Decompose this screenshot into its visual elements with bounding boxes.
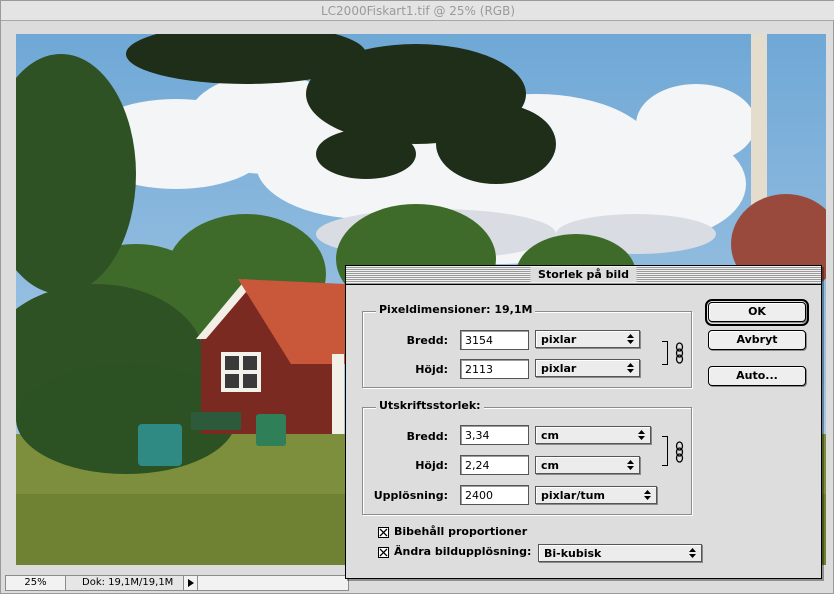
print-width-label: Bredd: xyxy=(406,430,448,443)
status-menu-button[interactable] xyxy=(184,576,198,590)
print-link-bracket xyxy=(662,436,668,466)
constrain-proportions-checkbox[interactable] xyxy=(378,527,389,538)
auto-button[interactable]: Auto... xyxy=(708,366,806,386)
pixel-width-label: Bredd: xyxy=(406,334,448,347)
resolution-label: Upplösning: xyxy=(373,489,448,502)
popup-arrows-icon xyxy=(644,490,651,500)
triangle-right-icon xyxy=(188,579,194,587)
window-titlebar[interactable]: LC2000Fiskart1.tif @ 25% (RGB) xyxy=(1,1,834,21)
pixel-height-label: Höjd: xyxy=(415,363,448,376)
resolution-input[interactable]: 2400 xyxy=(460,485,529,505)
constrain-proportions-label[interactable]: Bibehåll proportioner xyxy=(394,525,527,538)
pixel-width-input[interactable]: 3154 xyxy=(460,330,529,350)
pixel-link-bracket xyxy=(662,341,668,365)
print-width-input[interactable]: 3,34 xyxy=(460,425,529,445)
document-info: Dok: 19,1M/19,1M xyxy=(66,576,184,590)
checkmark-icon xyxy=(379,548,388,557)
image-size-dialog: Storlek på bild Pixeldimensioner: 19,1M … xyxy=(345,265,822,579)
ok-button[interactable]: OK xyxy=(708,302,806,322)
resample-method-value: Bi-kubisk xyxy=(544,547,602,560)
resample-method-select[interactable]: Bi-kubisk xyxy=(538,544,702,562)
print-size-label: Utskriftsstorlek: xyxy=(376,399,484,412)
chain-link-icon xyxy=(675,342,684,364)
pixel-height-unit-value: pixlar xyxy=(541,362,577,375)
popup-arrows-icon xyxy=(627,460,634,470)
zoom-level[interactable]: 25% xyxy=(6,576,66,590)
resolution-unit-value: pixlar/tum xyxy=(541,489,605,502)
chain-link-icon xyxy=(675,441,684,463)
print-height-unit-value: cm xyxy=(541,459,559,472)
dialog-title: Storlek på bild xyxy=(530,267,637,282)
popup-arrows-icon xyxy=(689,548,696,558)
popup-arrows-icon xyxy=(627,363,634,373)
window-title: LC2000Fiskart1.tif @ 25% (RGB) xyxy=(320,4,515,18)
popup-arrows-icon xyxy=(638,430,645,440)
pixel-dimensions-label: Pixeldimensioner: 19,1M xyxy=(376,303,536,316)
print-height-input[interactable]: 2,24 xyxy=(460,455,529,475)
pixel-width-unit-select[interactable]: pixlar xyxy=(535,330,640,348)
print-height-label: Höjd: xyxy=(415,459,448,472)
dialog-titlebar[interactable]: Storlek på bild xyxy=(346,266,821,285)
status-bar: 25% Dok: 19,1M/19,1M xyxy=(5,575,349,591)
resolution-unit-select[interactable]: pixlar/tum xyxy=(535,486,657,504)
print-width-unit-select[interactable]: cm xyxy=(535,426,651,444)
print-width-unit-value: cm xyxy=(541,429,559,442)
pixel-width-unit-value: pixlar xyxy=(541,333,577,346)
pixel-height-unit-select[interactable]: pixlar xyxy=(535,359,640,377)
resample-label[interactable]: Ändra bildupplösning: xyxy=(394,545,531,558)
pixel-height-input[interactable]: 2113 xyxy=(460,359,529,379)
checkmark-icon xyxy=(379,528,388,537)
resample-checkbox[interactable] xyxy=(378,547,389,558)
popup-arrows-icon xyxy=(627,334,634,344)
print-height-unit-select[interactable]: cm xyxy=(535,456,640,474)
cancel-button[interactable]: Avbryt xyxy=(708,330,806,350)
